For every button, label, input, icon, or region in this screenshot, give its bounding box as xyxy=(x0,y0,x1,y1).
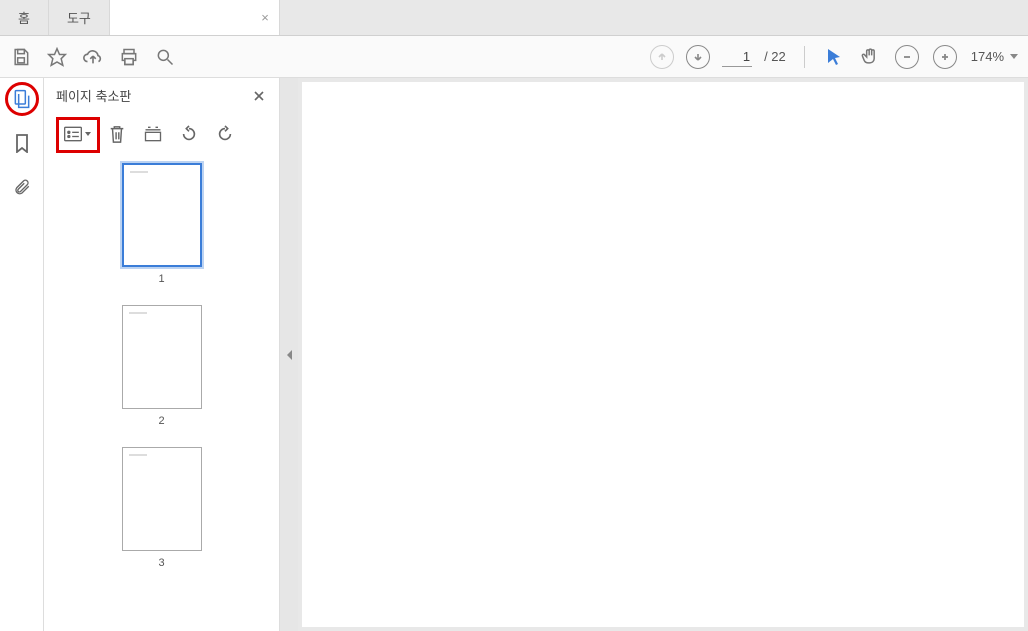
star-icon[interactable] xyxy=(46,46,68,68)
thumbnail-item[interactable]: 2 xyxy=(44,305,279,427)
insert-page-icon[interactable] xyxy=(142,123,164,145)
print-icon[interactable] xyxy=(118,46,140,68)
thumbnail-scroll[interactable]: 1 2 3 xyxy=(44,151,279,631)
left-rail xyxy=(0,78,44,631)
zoom-dropdown[interactable]: 174% xyxy=(971,49,1018,64)
cloud-up-icon[interactable] xyxy=(82,46,104,68)
search-icon[interactable] xyxy=(154,46,176,68)
panel-title: 페이지 축소판 xyxy=(56,86,131,105)
hand-icon[interactable] xyxy=(859,46,881,68)
zoom-in-icon[interactable] xyxy=(933,45,957,69)
thumbnail-panel: 페이지 축소판 xyxy=(44,78,280,631)
chevron-down-icon xyxy=(1010,54,1018,60)
page-down-icon[interactable] xyxy=(686,45,710,69)
document-area xyxy=(280,78,1028,631)
panel-header: 페이지 축소판 xyxy=(44,78,279,113)
thumbnail-page[interactable] xyxy=(122,163,202,267)
zoom-out-icon[interactable] xyxy=(895,45,919,69)
thumbnail-item[interactable]: 3 xyxy=(44,447,279,569)
zoom-value: 174% xyxy=(971,49,1004,64)
page-up-icon[interactable] xyxy=(650,45,674,69)
panel-options-icon[interactable] xyxy=(62,123,92,145)
collapse-handle-icon[interactable] xyxy=(280,78,298,631)
page-total-label: / 22 xyxy=(764,49,786,64)
thumbnail-number: 1 xyxy=(158,273,164,285)
toolbar-divider xyxy=(804,46,805,68)
thumbnail-item[interactable]: 1 xyxy=(44,163,279,285)
panel-close-icon[interactable] xyxy=(251,88,267,104)
rotate-ccw-icon[interactable] xyxy=(178,123,200,145)
main-toolbar: / 22 174% xyxy=(0,36,1028,78)
thumbnail-number: 3 xyxy=(158,557,164,569)
rotate-cw-icon[interactable] xyxy=(214,123,236,145)
thumbnails-icon[interactable] xyxy=(11,88,33,110)
content-area: 페이지 축소판 xyxy=(0,78,1028,631)
page-canvas xyxy=(302,82,1024,627)
delete-icon[interactable] xyxy=(106,123,128,145)
tab-home[interactable]: 홈 xyxy=(0,0,49,35)
tab-document[interactable]: × xyxy=(110,0,280,35)
page-nav: / 22 xyxy=(650,45,786,69)
page-input[interactable] xyxy=(722,47,752,67)
tab-tools[interactable]: 도구 xyxy=(49,0,110,35)
page-viewport[interactable] xyxy=(298,78,1028,631)
save-icon[interactable] xyxy=(10,46,32,68)
thumbnail-page[interactable] xyxy=(122,305,202,409)
thumbnail-number: 2 xyxy=(158,415,164,427)
pointer-icon[interactable] xyxy=(823,46,845,68)
thumbnail-page[interactable] xyxy=(122,447,202,551)
bookmark-icon[interactable] xyxy=(11,132,33,154)
attachment-icon[interactable] xyxy=(11,176,33,198)
panel-toolbar xyxy=(52,117,271,151)
tab-close-icon[interactable]: × xyxy=(261,10,269,25)
tab-bar: 홈 도구 × xyxy=(0,0,1028,36)
